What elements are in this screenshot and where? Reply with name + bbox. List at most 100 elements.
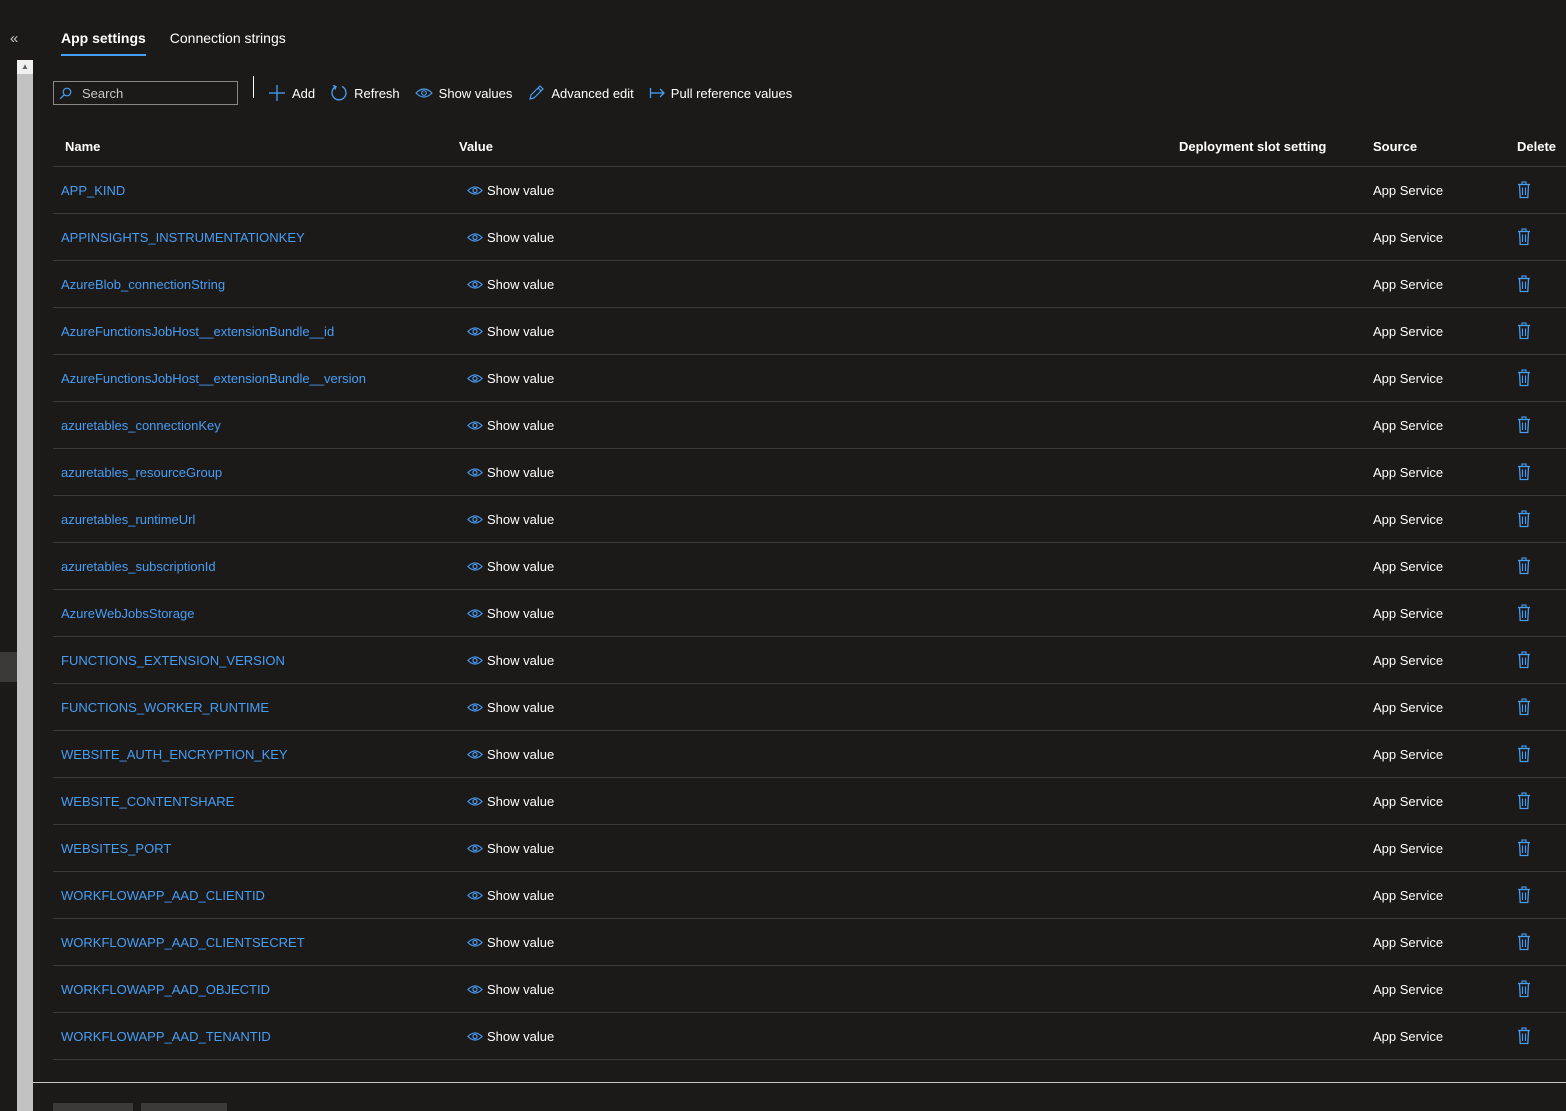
show-value-button[interactable]: Show value	[467, 606, 1179, 621]
show-value-button[interactable]: Show value	[467, 653, 1179, 668]
source-cell: App Service	[1373, 981, 1444, 997]
setting-name-link[interactable]: WORKFLOWAPP_AAD_CLIENTSECRET	[61, 935, 305, 950]
scrollbar-up-arrow[interactable]: ▲	[17, 60, 33, 74]
setting-name-link[interactable]: AzureBlob_connectionString	[61, 277, 225, 292]
setting-name-link[interactable]: APP_KIND	[61, 183, 125, 198]
trash-icon[interactable]	[1517, 839, 1531, 857]
setting-name-link[interactable]: WORKFLOWAPP_AAD_OBJECTID	[61, 982, 270, 997]
trash-icon[interactable]	[1517, 463, 1531, 481]
setting-name-link[interactable]: AzureFunctionsJobHost__extensionBundle__…	[61, 324, 334, 339]
trash-icon[interactable]	[1517, 181, 1531, 199]
show-value-button[interactable]: Show value	[467, 935, 1179, 950]
save-button[interactable]	[53, 1103, 133, 1111]
trash-icon[interactable]	[1517, 698, 1531, 716]
show-value-button[interactable]: Show value	[467, 183, 1179, 198]
eye-icon	[467, 561, 483, 572]
trash-icon[interactable]	[1517, 416, 1531, 434]
source-cell: App Service	[1373, 1028, 1444, 1044]
show-value-button[interactable]: Show value	[467, 512, 1179, 527]
table-row: azuretables_subscriptionId Show value App …	[53, 543, 1566, 590]
delete-cell	[1517, 651, 1566, 669]
trash-icon[interactable]	[1517, 510, 1531, 528]
show-value-button[interactable]: Show value	[467, 794, 1179, 809]
trash-icon[interactable]	[1517, 933, 1531, 951]
trash-icon[interactable]	[1517, 228, 1531, 246]
table-body: APP_KIND Show value App Service APPINSIGHTS…	[53, 167, 1566, 1060]
setting-name-link[interactable]: azuretables_resourceGroup	[61, 465, 222, 480]
eye-icon	[467, 937, 483, 948]
add-button[interactable]: Add	[268, 84, 315, 102]
show-value-label: Show value	[487, 1028, 555, 1044]
trash-icon[interactable]	[1517, 745, 1531, 763]
setting-name-link[interactable]: AzureFunctionsJobHost__extensionBundle__…	[61, 371, 366, 386]
trash-icon[interactable]	[1517, 369, 1531, 387]
pull-reference-values-button[interactable]: Pull reference values	[649, 86, 792, 101]
table-row: FUNCTIONS_WORKER_RUNTIME Show value App Se…	[53, 684, 1566, 731]
setting-name-link[interactable]: APPINSIGHTS_INSTRUMENTATIONKEY	[61, 230, 305, 245]
show-value-button[interactable]: Show value	[467, 700, 1179, 715]
delete-cell	[1517, 557, 1566, 575]
show-value-button[interactable]: Show value	[467, 324, 1179, 339]
setting-name-link[interactable]: AzureWebJobsStorage	[61, 606, 194, 621]
setting-name-link[interactable]: WEBSITES_PORT	[61, 841, 171, 856]
setting-name-link[interactable]: azuretables_runtimeUrl	[61, 512, 195, 527]
trash-icon[interactable]	[1517, 275, 1531, 293]
show-value-button[interactable]: Show value	[467, 230, 1179, 245]
delete-cell	[1517, 228, 1566, 246]
header-source[interactable]: Source	[1373, 139, 1517, 154]
trash-icon[interactable]	[1517, 651, 1531, 669]
show-value-button[interactable]: Show value	[467, 888, 1179, 903]
delete-cell	[1517, 792, 1566, 810]
setting-name-link[interactable]: azuretables_connectionKey	[61, 418, 221, 433]
header-value[interactable]: Value	[459, 139, 1179, 154]
scrollbar-thumb[interactable]	[17, 74, 33, 1111]
show-value-button[interactable]: Show value	[467, 465, 1179, 480]
setting-name-link[interactable]: WEBSITE_AUTH_ENCRYPTION_KEY	[61, 747, 288, 762]
trash-icon[interactable]	[1517, 1027, 1531, 1045]
trash-icon[interactable]	[1517, 604, 1531, 622]
setting-name-link[interactable]: FUNCTIONS_WORKER_RUNTIME	[61, 700, 269, 715]
show-value-button[interactable]: Show value	[467, 1029, 1179, 1044]
toolbar-divider	[253, 76, 254, 98]
setting-name-link[interactable]: azuretables_subscriptionId	[61, 559, 216, 574]
show-values-label: Show values	[438, 85, 513, 101]
trash-icon[interactable]	[1517, 792, 1531, 810]
collapse-menu-button[interactable]: «	[10, 30, 26, 48]
search-box[interactable]	[53, 81, 238, 105]
show-value-button[interactable]: Show value	[467, 982, 1179, 997]
search-icon	[54, 87, 76, 100]
tab-connection-strings[interactable]: Connection strings	[170, 30, 286, 54]
advanced-edit-button[interactable]: Advanced edit	[527, 84, 634, 102]
trash-icon[interactable]	[1517, 980, 1531, 998]
header-name[interactable]: Name	[53, 139, 459, 154]
setting-name-link[interactable]: WORKFLOWAPP_AAD_CLIENTID	[61, 888, 265, 903]
delete-cell	[1517, 463, 1566, 481]
show-values-button[interactable]: Show values	[414, 85, 513, 101]
delete-cell	[1517, 369, 1566, 387]
setting-name-link[interactable]: WORKFLOWAPP_AAD_TENANTID	[61, 1029, 271, 1044]
show-value-button[interactable]: Show value	[467, 371, 1179, 386]
setting-name-cell: WORKFLOWAPP_AAD_OBJECTID	[53, 982, 459, 997]
show-value-button[interactable]: Show value	[467, 747, 1179, 762]
source-cell: App Service	[1373, 182, 1444, 198]
trash-icon[interactable]	[1517, 557, 1531, 575]
plus-icon	[268, 84, 286, 102]
app-settings-table: Name Value Deployment slot setting Sourc…	[53, 126, 1566, 1060]
setting-name-link[interactable]: FUNCTIONS_EXTENSION_VERSION	[61, 653, 285, 668]
show-value-button[interactable]: Show value	[467, 418, 1179, 433]
discard-button[interactable]	[141, 1103, 227, 1111]
show-value-button[interactable]: Show value	[467, 277, 1179, 292]
setting-name-cell: azuretables_connectionKey	[53, 418, 459, 433]
tab-app-settings[interactable]: App settings	[61, 30, 146, 56]
eye-icon	[467, 702, 483, 713]
search-input[interactable]	[80, 84, 224, 102]
show-value-button[interactable]: Show value	[467, 559, 1179, 574]
header-slot-setting[interactable]: Deployment slot setting	[1179, 139, 1373, 154]
trash-icon[interactable]	[1517, 322, 1531, 340]
refresh-button[interactable]: Refresh	[330, 84, 400, 102]
toolbar: Add Refresh Show values Advanced edit Pu	[53, 76, 807, 108]
setting-name-link[interactable]: WEBSITE_CONTENTSHARE	[61, 794, 234, 809]
trash-icon[interactable]	[1517, 886, 1531, 904]
setting-name-cell: FUNCTIONS_EXTENSION_VERSION	[53, 653, 459, 668]
show-value-button[interactable]: Show value	[467, 841, 1179, 856]
